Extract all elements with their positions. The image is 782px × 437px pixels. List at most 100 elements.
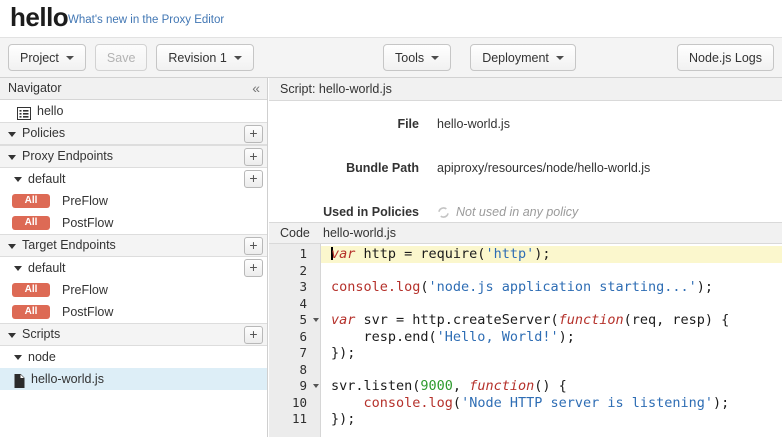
code-text[interactable]: var http = require('http'); — [321, 246, 782, 263]
navigator-row-hello-world-js[interactable]: hello-world.js — [0, 368, 267, 390]
save-button[interactable]: Save — [95, 44, 148, 71]
code-text[interactable]: console.log('Node HTTP server is listeni… — [321, 395, 782, 412]
line-number-cell: 5 — [269, 312, 321, 329]
field-label: File — [269, 117, 419, 131]
code-fold-icon[interactable] — [313, 384, 319, 388]
code-text[interactable]: console.log('node.js application startin… — [321, 279, 782, 296]
line-number: 5 — [299, 312, 307, 329]
tree-expand-icon[interactable] — [14, 355, 22, 360]
tree-expand-icon[interactable] — [8, 155, 16, 160]
code-line[interactable]: 7}); — [269, 345, 782, 362]
line-number: 8 — [299, 362, 307, 379]
code-text[interactable]: var svr = http.createServer(function(req… — [321, 312, 782, 329]
navigator-row-preflow[interactable]: AllPreFlow — [0, 190, 267, 212]
code-line[interactable]: 9 svr.listen(9000, function() { — [269, 378, 782, 395]
line-number: 7 — [299, 345, 307, 362]
tree-node-label: default — [28, 168, 66, 190]
tree-expand-icon[interactable] — [8, 132, 16, 137]
tree-expand-icon[interactable] — [14, 266, 22, 271]
navigator-row-postflow[interactable]: AllPostFlow — [0, 301, 267, 323]
revision-dropdown-label: Revision 1 — [168, 51, 226, 65]
collapse-panel-icon[interactable]: « — [252, 78, 260, 98]
tools-dropdown-label: Tools — [395, 51, 424, 65]
script-details: Filehello-world.jsBundle Pathapiproxy/re… — [269, 101, 782, 222]
broken-link-icon — [437, 206, 450, 219]
code-lines: 1var http = require('http');23console.lo… — [269, 246, 782, 428]
navigator-row-scripts[interactable]: Scripts+ — [0, 323, 267, 346]
tools-dropdown[interactable]: Tools — [383, 44, 451, 71]
tree-leaf-label: hello — [37, 100, 63, 122]
project-dropdown[interactable]: Project — [8, 44, 86, 71]
navigator-row-proxy-endpoints[interactable]: Proxy Endpoints+ — [0, 145, 267, 168]
tree-node-label: Target Endpoints — [22, 235, 116, 256]
code-line[interactable]: 5 var svr = http.createServer(function(re… — [269, 312, 782, 329]
line-number-cell: 3 — [269, 279, 321, 296]
navigator-row-target-endpoints[interactable]: Target Endpoints + — [0, 234, 267, 257]
line-number: 4 — [299, 296, 307, 313]
add-button[interactable]: + — [244, 237, 263, 255]
line-number-cell: 11 — [269, 411, 321, 428]
deployment-dropdown-label: Deployment — [482, 51, 549, 65]
chevron-down-icon — [66, 56, 74, 60]
navigator-row-policies[interactable]: Policies + — [0, 122, 267, 145]
code-text[interactable]: resp.end('Hello, World!'); — [321, 329, 782, 346]
code-header-filename: hello-world.js — [323, 223, 396, 243]
script-panel-header: Script: hello-world.js — [269, 78, 782, 101]
field-value: hello-world.js — [437, 117, 510, 131]
add-button[interactable]: + — [244, 259, 263, 277]
flow-condition-badge: All — [12, 305, 50, 319]
code-text[interactable] — [321, 296, 782, 313]
code-text[interactable] — [321, 362, 782, 379]
code-editor-header: Code hello-world.js — [269, 222, 782, 244]
chevron-down-icon — [234, 56, 242, 60]
code-text[interactable] — [321, 263, 782, 280]
add-button[interactable]: + — [244, 125, 263, 143]
save-button-label: Save — [107, 51, 136, 65]
add-button[interactable]: + — [244, 170, 263, 188]
code-line[interactable]: 10 console.log('Node HTTP server is list… — [269, 395, 782, 412]
file-icon — [14, 373, 25, 395]
code-line[interactable]: 8 — [269, 362, 782, 379]
navigator-row-default[interactable]: default + — [0, 168, 267, 190]
code-line[interactable]: 1var http = require('http'); — [269, 246, 782, 263]
deployment-dropdown[interactable]: Deployment — [470, 44, 576, 71]
add-button[interactable]: + — [244, 148, 263, 166]
code-text[interactable]: }); — [321, 411, 782, 428]
code-header-label: Code — [280, 223, 310, 243]
tree-expand-icon[interactable] — [8, 333, 16, 338]
chevron-down-icon — [431, 56, 439, 60]
toolbar-left-group: Project Save Revision 1 — [8, 44, 254, 71]
main-panel: Script: hello-world.js File hello-world.j… — [269, 78, 782, 437]
code-line[interactable]: 11}); — [269, 411, 782, 428]
tree-node-label: node — [28, 346, 56, 368]
code-text[interactable]: }); — [321, 345, 782, 362]
navigator-row-preflow[interactable]: AllPreFlow — [0, 279, 267, 301]
code-editor[interactable]: 1var http = require('http');23console.lo… — [269, 244, 782, 437]
navigator-row-postflow[interactable]: AllPostFlow — [0, 212, 267, 234]
flow-condition-badge: All — [12, 283, 50, 297]
whats-new-link[interactable]: What's new in the Proxy Editor — [68, 14, 224, 26]
code-line[interactable]: 6 resp.end('Hello, World!'); — [269, 329, 782, 346]
chevron-down-icon — [556, 56, 564, 60]
code-text[interactable]: svr.listen(9000, function() { — [321, 378, 782, 395]
line-number: 9 — [299, 378, 307, 395]
code-line[interactable]: 2 — [269, 263, 782, 280]
line-number: 2 — [299, 263, 307, 280]
code-line[interactable]: 3console.log('node.js application starti… — [269, 279, 782, 296]
field-label: Used in Policies — [269, 205, 419, 219]
navigator-row-hello[interactable]: hello — [0, 100, 267, 122]
line-number-cell: 1 — [269, 246, 321, 263]
revision-dropdown[interactable]: Revision 1 — [156, 44, 253, 71]
line-number-cell: 10 — [269, 395, 321, 412]
code-fold-icon[interactable] — [313, 318, 319, 322]
line-number: 6 — [299, 329, 307, 346]
nodejs-logs-button[interactable]: Node.js Logs — [677, 44, 774, 71]
add-button[interactable]: + — [244, 326, 263, 344]
tree-expand-icon[interactable] — [8, 244, 16, 249]
tree-expand-icon[interactable] — [14, 177, 22, 182]
code-line[interactable]: 4 — [269, 296, 782, 313]
tree-node-label: Policies — [22, 123, 65, 144]
navigator-row-node[interactable]: node — [0, 346, 267, 368]
line-number-cell: 6 — [269, 329, 321, 346]
navigator-row-default[interactable]: default+ — [0, 257, 267, 279]
